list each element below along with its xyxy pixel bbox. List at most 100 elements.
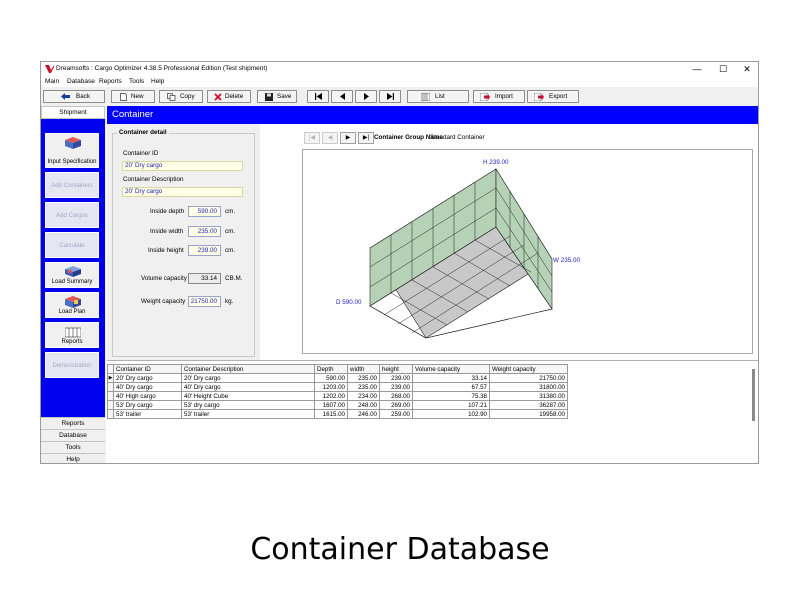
cell-depth[interactable]: 1615.00 <box>314 409 348 419</box>
import-button[interactable]: Import <box>473 90 525 103</box>
cell-depth[interactable]: 590.00 <box>314 373 348 383</box>
cell-volume-capacity[interactable]: 102.90 <box>412 409 490 419</box>
col-depth[interactable]: Depth <box>314 364 348 374</box>
copy-button[interactable]: Copy <box>159 90 203 103</box>
menu-reports[interactable]: Reports <box>99 78 122 85</box>
menu-tools[interactable]: Tools <box>129 78 144 85</box>
cell-height[interactable]: 239.00 <box>379 373 413 383</box>
table-row[interactable]: ▶ 20' Dry cargo 20' Dry cargo 590.00 235… <box>107 373 568 383</box>
new-button[interactable]: New <box>111 90 155 103</box>
table-row[interactable]: 53' trailer 53' trailer 1615.00 246.00 2… <box>107 409 568 419</box>
minimize-button[interactable]: — <box>686 62 708 76</box>
last-record-icon <box>387 93 394 100</box>
col-height[interactable]: height <box>379 364 413 374</box>
next-record-button[interactable] <box>355 90 377 103</box>
cell-weight-capacity[interactable]: 36287.00 <box>489 400 568 410</box>
table-row[interactable]: 40' Dry cargo 40' Dry cargo 1203.00 235.… <box>107 382 568 392</box>
cell-container-id[interactable]: 53' Dry cargo <box>113 400 182 410</box>
col-container-id[interactable]: Container ID <box>113 364 182 374</box>
cell-depth[interactable]: 1202.00 <box>314 391 348 401</box>
last-record-button[interactable] <box>379 90 401 103</box>
cell-depth[interactable]: 1203.00 <box>314 382 348 392</box>
cell-container-id[interactable]: 40' Dry cargo <box>113 382 182 392</box>
cell-container-id[interactable]: 20' Dry cargo <box>113 373 182 383</box>
list-button[interactable]: List <box>407 90 469 103</box>
container-detail-panel: Container detail Container ID 20' Dry ca… <box>107 124 260 360</box>
cell-width[interactable]: 235.00 <box>347 382 380 392</box>
col-width[interactable]: width <box>347 364 380 374</box>
cell-weight-capacity[interactable]: 31800.00 <box>489 382 568 392</box>
cell-height[interactable]: 259.00 <box>379 409 413 419</box>
export-button[interactable]: Export <box>527 90 579 103</box>
container-id-field[interactable]: 20' Dry cargo <box>122 161 243 171</box>
demonstration-button: Demonstration <box>45 352 99 378</box>
delete-button[interactable]: Delete <box>207 90 251 103</box>
container-3d-viewer[interactable]: H 239.00 W 235.00 D 590.00 <box>302 149 753 354</box>
first-record-button[interactable] <box>307 90 329 103</box>
width-dimension-label: W 235.00 <box>553 257 580 264</box>
cell-volume-capacity[interactable]: 107.21 <box>412 400 490 410</box>
cell-container-description[interactable]: 53' trailer <box>181 409 315 419</box>
cell-container-description[interactable]: 53' dry cargo <box>181 400 315 410</box>
cell-depth[interactable]: 1607.00 <box>314 400 348 410</box>
cell-height[interactable]: 269.00 <box>379 400 413 410</box>
table-row[interactable]: 53' Dry cargo 53' dry cargo 1607.00 248.… <box>107 400 568 410</box>
cell-container-description[interactable]: 20' Dry cargo <box>181 373 315 383</box>
load-plan-button[interactable]: Load Plan <box>45 292 99 318</box>
save-button[interactable]: Save <box>257 90 297 103</box>
input-specification-button[interactable]: Input Specification <box>45 133 99 168</box>
box-icon <box>65 137 81 149</box>
back-arrow-icon <box>61 93 70 100</box>
inside-width-field[interactable]: 235.00 <box>188 226 221 237</box>
weight-capacity-field[interactable]: 21750.00 <box>188 296 221 307</box>
reports-icon <box>65 327 81 338</box>
title-bar: Dreamsofts : Cargo Optimizer 4.38.5 Prof… <box>41 62 758 76</box>
reports-button[interactable]: Reports <box>45 322 99 348</box>
cell-container-description[interactable]: 40' Dry cargo <box>181 382 315 392</box>
load-summary-button[interactable]: Load Summary <box>45 262 99 288</box>
cell-height[interactable]: 268.00 <box>379 391 413 401</box>
cell-volume-capacity[interactable]: 67.57 <box>412 382 490 392</box>
cell-weight-capacity[interactable]: 31380.00 <box>489 391 568 401</box>
menu-database[interactable]: Database <box>67 78 95 85</box>
sidebar-database-tab[interactable]: Database <box>41 429 105 441</box>
cell-container-description[interactable]: 40' Height Cube <box>181 391 315 401</box>
depth-dimension-label: D 590.00 <box>336 299 362 306</box>
cell-width[interactable]: 235.00 <box>347 373 380 383</box>
col-volume-capacity[interactable]: Volume capacity <box>412 364 490 374</box>
back-button[interactable]: Back <box>43 90 105 103</box>
sidebar-tab-shipment[interactable]: Shipment <box>41 106 105 119</box>
nav-last-button[interactable]: ▶| <box>358 132 374 144</box>
nav-next-button[interactable]: ▶ <box>340 132 356 144</box>
menu-help[interactable]: Help <box>151 78 164 85</box>
sidebar-reports-tab[interactable]: Reports <box>41 417 105 429</box>
cell-container-id[interactable]: 40' High cargo <box>113 391 182 401</box>
inside-height-field[interactable]: 239.00 <box>188 245 221 256</box>
container-description-field[interactable]: 20' Dry cargo <box>122 187 243 197</box>
close-button[interactable]: ✕ <box>736 62 758 76</box>
grid-scrollbar[interactable] <box>752 369 755 421</box>
app-window: Dreamsofts : Cargo Optimizer 4.38.5 Prof… <box>40 61 759 464</box>
menu-main[interactable]: Main <box>45 78 59 85</box>
col-weight-capacity[interactable]: Weight capacity <box>489 364 568 374</box>
prev-record-button[interactable] <box>331 90 353 103</box>
cell-width[interactable]: 234.00 <box>347 391 380 401</box>
cell-volume-capacity[interactable]: 75.38 <box>412 391 490 401</box>
maximize-button[interactable]: ☐ <box>712 62 734 76</box>
col-container-description[interactable]: Container Description <box>181 364 315 374</box>
import-icon <box>480 93 490 101</box>
cell-width[interactable]: 248.00 <box>347 400 380 410</box>
depth-unit: cm. <box>225 208 236 215</box>
sidebar-help-tab[interactable]: Help <box>41 453 105 463</box>
cell-container-id[interactable]: 53' trailer <box>113 409 182 419</box>
table-row[interactable]: 40' High cargo 40' Height Cube 1202.00 2… <box>107 391 568 401</box>
cell-height[interactable]: 239.00 <box>379 382 413 392</box>
cell-weight-capacity[interactable]: 19958.00 <box>489 409 568 419</box>
cell-volume-capacity[interactable]: 33.14 <box>412 373 490 383</box>
height-dimension-label: H 239.00 <box>483 159 509 166</box>
cell-width[interactable]: 246.00 <box>347 409 380 419</box>
sidebar-tools-tab[interactable]: Tools <box>41 441 105 453</box>
container-detail-title: Container detail <box>117 129 169 136</box>
cell-weight-capacity[interactable]: 21750.00 <box>489 373 568 383</box>
inside-depth-field[interactable]: 590.00 <box>188 206 221 217</box>
